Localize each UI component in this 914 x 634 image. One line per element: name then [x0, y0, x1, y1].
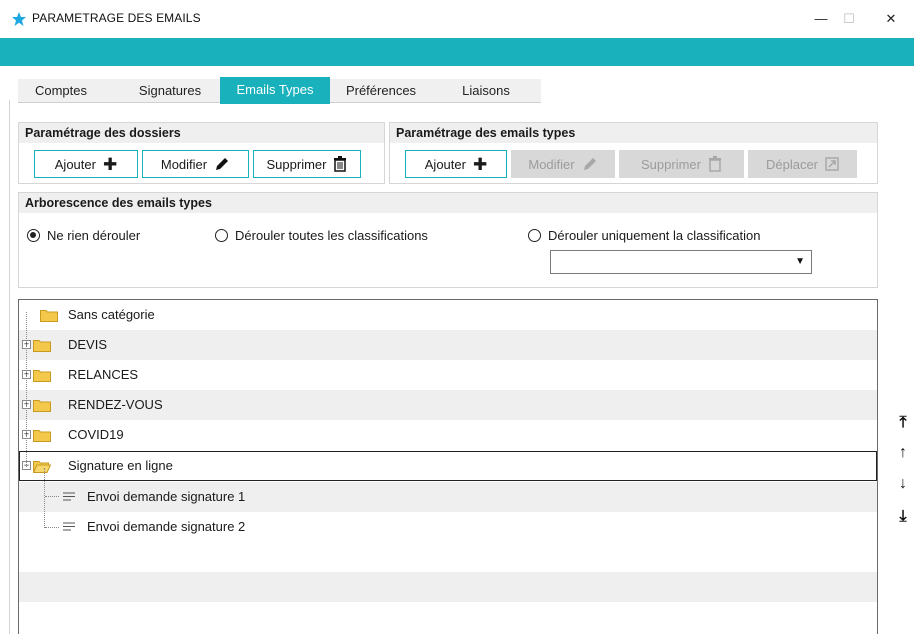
template-lines-icon: [63, 522, 75, 531]
dropdown-arrow-icon[interactable]: ▼: [795, 256, 805, 267]
email-templates-tree[interactable]: Sans catégorie + DEVIS + RELANCES + REND…: [18, 299, 878, 634]
add-folder-label: Ajouter: [54, 156, 96, 172]
tree-item-label: Envoi demande signature 2: [87, 519, 246, 534]
folders-panel-title: Paramétrage des dossiers: [19, 123, 384, 143]
tree-connector: [26, 312, 27, 467]
folder-icon: [40, 309, 58, 322]
delete-folder-button[interactable]: Supprimer: [253, 150, 361, 178]
tab-signatures[interactable]: Signatures: [126, 79, 214, 103]
add-folder-button[interactable]: Ajouter ✚: [34, 150, 138, 178]
tree-item-rendez-vous[interactable]: + RENDEZ-VOUS: [19, 390, 877, 420]
delete-template-button[interactable]: Supprimer: [619, 150, 744, 178]
move-icon: [825, 157, 839, 171]
radio-unchecked-icon[interactable]: [215, 228, 228, 242]
tree-item-covid19[interactable]: + COVID19: [19, 420, 877, 450]
tree-item-label: RELANCES: [68, 367, 139, 382]
plus-icon: ✚: [102, 154, 118, 174]
tree-options-title: Arborescence des emails types: [19, 193, 877, 213]
window-title: PARAMETRAGE DES EMAILS: [32, 11, 201, 25]
tree-item-relances[interactable]: + RELANCES: [19, 360, 877, 390]
tree-item-label: DEVIS: [68, 337, 108, 352]
edit-template-button[interactable]: Modifier: [511, 150, 615, 178]
header-band: [0, 38, 914, 66]
radio-unchecked-icon[interactable]: [528, 228, 541, 242]
radio-expand-none[interactable]: Ne rien dérouler: [27, 227, 140, 243]
tree-item-label: Envoi demande signature 1: [87, 489, 246, 504]
email-templates-panel-title: Paramétrage des emails types: [390, 123, 877, 143]
tree-item-envoi-signature-2[interactable]: Envoi demande signature 2: [19, 512, 877, 542]
radio-expand-none-label: Ne rien dérouler: [47, 227, 141, 243]
edit-template-label: Modifier: [528, 156, 575, 172]
tab-emails-types[interactable]: Emails Types: [220, 77, 330, 104]
pencil-icon: [216, 158, 229, 170]
tree-empty-row: [19, 542, 877, 572]
add-template-label: Ajouter: [424, 156, 466, 172]
tree-connector: [45, 496, 59, 497]
radio-checked-icon[interactable]: [27, 228, 40, 242]
move-template-button[interactable]: Déplacer: [748, 150, 857, 178]
tree-item-label: Signature en ligne: [68, 458, 173, 473]
edit-folder-label: Modifier: [160, 156, 208, 172]
classification-select[interactable]: ▼: [550, 250, 812, 274]
plus-icon: ✚: [472, 154, 488, 174]
tree-item-sans-categorie[interactable]: Sans catégorie: [19, 300, 877, 330]
tree-item-devis[interactable]: + DEVIS: [19, 330, 877, 360]
trash-icon: [708, 156, 721, 172]
tab-preferences[interactable]: Préférences: [333, 79, 429, 103]
radio-expand-all[interactable]: Dérouler toutes les classifications: [215, 227, 428, 243]
tab-liaisons[interactable]: Liaisons: [440, 79, 532, 103]
move-down-icon[interactable]: ↓: [894, 474, 912, 494]
move-template-label: Déplacer: [765, 156, 819, 172]
tree-item-label: RENDEZ-VOUS: [68, 397, 163, 412]
edit-folder-button[interactable]: Modifier: [142, 150, 249, 178]
radio-expand-classification-label: Dérouler uniquement la classification: [548, 227, 761, 243]
folder-open-icon: [32, 460, 52, 473]
title-bar: PARAMETRAGE DES EMAILS — ☐ ✕: [0, 0, 914, 38]
tree-item-label: Sans catégorie: [68, 307, 155, 322]
folder-icon: [33, 429, 51, 442]
star-app-icon: [12, 12, 26, 26]
tab-comptes[interactable]: Comptes: [18, 79, 104, 103]
trash-icon: [334, 156, 347, 172]
tree-item-label: COVID19: [68, 427, 124, 442]
tree-connector: [45, 527, 59, 528]
tree-item-signature-en-ligne[interactable]: − Signature en ligne: [19, 451, 877, 481]
maximize-button[interactable]: ☐: [826, 4, 872, 34]
move-bottom-icon[interactable]: ⤓: [894, 507, 912, 527]
pencil-icon: [583, 158, 596, 170]
tree-empty-row: [19, 572, 877, 602]
close-button[interactable]: ✕: [868, 4, 914, 34]
radio-expand-classification[interactable]: Dérouler uniquement la classification: [528, 227, 760, 243]
tree-connector: [44, 468, 45, 528]
left-border: [9, 100, 10, 634]
tree-item-envoi-signature-1[interactable]: Envoi demande signature 1: [19, 482, 877, 512]
add-template-button[interactable]: Ajouter ✚: [405, 150, 507, 178]
move-top-icon[interactable]: ⤒: [894, 413, 912, 433]
tree-empty-row: [19, 602, 877, 632]
folder-icon: [33, 399, 51, 412]
delete-folder-label: Supprimer: [266, 156, 327, 172]
folder-icon: [33, 369, 51, 382]
template-lines-icon: [63, 492, 75, 501]
move-up-icon[interactable]: ↑: [894, 443, 912, 463]
radio-expand-all-label: Dérouler toutes les classifications: [235, 227, 428, 243]
folder-icon: [33, 339, 51, 352]
delete-template-label: Supprimer: [641, 156, 701, 172]
